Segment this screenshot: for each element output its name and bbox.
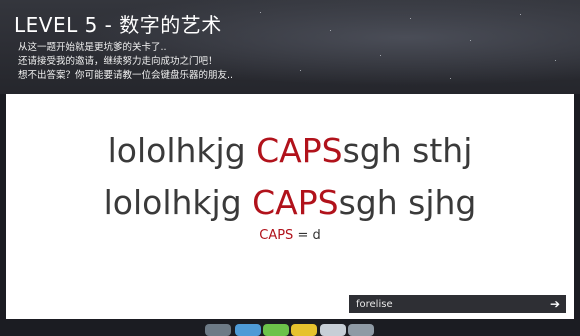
highlight-word: CAPS	[256, 131, 343, 170]
dock-app-icon[interactable]	[263, 324, 289, 336]
hint-suffix: = d	[293, 228, 321, 243]
arrow-right-icon[interactable]: ➔	[550, 298, 560, 310]
level-title: LEVEL 5 - 数字的艺术	[14, 13, 222, 37]
puzzle-text: lololhkjg	[103, 183, 253, 222]
hint-highlight: CAPS	[259, 228, 294, 243]
puzzle-line-2: lololhkjg CAPSsgh sjhg	[6, 183, 574, 222]
puzzle-panel: lololhkjg CAPSsgh sthj lololhkjg CAPSsgh…	[6, 94, 574, 319]
puzzle-text: sgh sthj	[342, 131, 473, 170]
puzzle-line-1: lololhkjg CAPSsgh sthj	[6, 131, 574, 170]
hint-text: CAPS = d	[6, 228, 574, 243]
highlight-word: CAPS	[252, 183, 339, 222]
dock-app-icon[interactable]	[348, 324, 374, 336]
intro-line: 还请接受我的邀请，继续努力走向成功之门吧！	[18, 56, 218, 67]
dock-app-icon[interactable]	[235, 324, 261, 336]
intro-line: 想不出答案？你可能要请教一位会键盘乐器的朋友..	[18, 70, 234, 81]
dock-bar	[0, 321, 580, 336]
dock-app-icon[interactable]	[291, 324, 317, 336]
puzzle-text: lololhkjg	[107, 131, 257, 170]
level-header: LEVEL 5 - 数字的艺术 从这一题开始就是更坑爹的关卡了.. 还请接受我的…	[0, 0, 580, 94]
puzzle-text: sgh sjhg	[338, 183, 477, 222]
answer-value[interactable]: forelise	[356, 299, 393, 310]
dock-app-icon[interactable]	[320, 324, 346, 336]
intro-text: 从这一题开始就是更坑爹的关卡了.. 还请接受我的邀请，继续努力走向成功之门吧！ …	[18, 41, 418, 83]
answer-input[interactable]: forelise ➔	[349, 295, 566, 313]
intro-line: 从这一题开始就是更坑爹的关卡了..	[18, 42, 167, 53]
dock-app-icon[interactable]	[205, 324, 231, 336]
